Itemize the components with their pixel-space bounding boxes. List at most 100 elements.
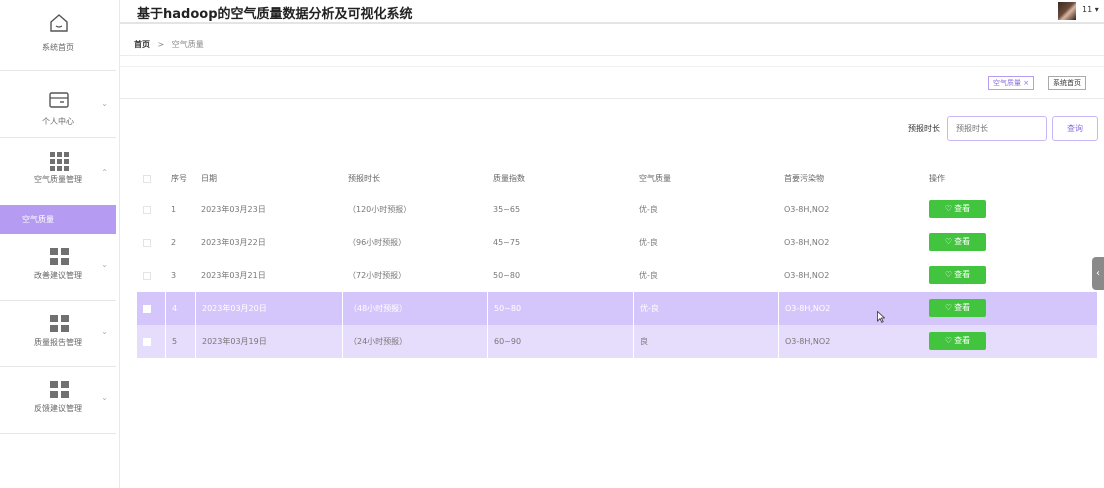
cell-quality: 良 (633, 325, 648, 358)
grid-icon (50, 381, 69, 398)
sidebar-item-report-mgmt[interactable]: ⌄ 质量报告管理 (0, 301, 116, 367)
row-checkbox[interactable] (143, 239, 151, 247)
sidebar-item-air-quality-mgmt[interactable]: ⌃ 空气质量管理 (0, 138, 116, 205)
sidebar-item-label: 质量报告管理 (34, 338, 82, 347)
breadcrumb-separator: > (157, 40, 165, 49)
heart-icon: ♡ (944, 237, 953, 246)
chevron-down-icon: ⌄ (101, 260, 108, 269)
cell-quality: 优-良 (639, 238, 658, 247)
app-root: 系统首页 ⌄ 个人中心 ⌃ 空气质量管理 空气质量 ⌄ 改善建议管理 ⌄ 质量报… (0, 0, 1104, 488)
row-checkbox[interactable] (143, 272, 151, 280)
view-button-label: 查看 (954, 204, 971, 213)
cell-duration: （48小时预报） (342, 292, 407, 325)
chevron-down-icon: ⌄ (101, 99, 108, 108)
tags-bar: 空气质量 × 系统首页 (120, 66, 1104, 99)
row-checkbox[interactable] (143, 305, 151, 313)
top-header: 基于hadoop的空气质量数据分析及可视化系统 11 ▾ (120, 0, 1104, 24)
view-button-label: 查看 (954, 336, 971, 345)
user-menu[interactable]: 11 ▾ (1082, 5, 1099, 14)
chevron-down-icon: ⌄ (101, 393, 108, 402)
app-title: 基于hadoop的空气质量数据分析及可视化系统 (137, 7, 413, 22)
avatar[interactable] (1058, 2, 1076, 20)
query-button[interactable]: 查询 (1052, 116, 1098, 141)
view-button[interactable]: ♡ 查看 (929, 266, 986, 284)
cell-no: 2 (171, 238, 177, 247)
heart-icon: ♡ (944, 204, 953, 213)
header-pollutant: 首要污染物 (784, 174, 824, 183)
view-button[interactable]: ♡ 查看 (929, 332, 986, 350)
header-quality: 空气质量 (639, 174, 671, 183)
cell-pollutant: O3-8H,NO2 (784, 205, 830, 214)
table-header: 序号 日期 预报时长 质量指数 空气质量 首要污染物 操作 (137, 162, 1097, 195)
cell-no: 4 (165, 292, 177, 325)
cell-index: 45~75 (493, 238, 521, 247)
cell-quality: 优-良 (633, 292, 659, 325)
view-button[interactable]: ♡ 查看 (929, 299, 986, 317)
heart-icon: ♡ (944, 336, 953, 345)
tag-home[interactable]: 系统首页 (1048, 76, 1086, 90)
breadcrumb-home[interactable]: 首页 (134, 40, 150, 49)
table-row[interactable]: 4 2023年03月20日 （48小时预报） 50~80 优-良 O3-8H,N… (137, 292, 1097, 325)
search-label: 预报时长 (908, 124, 940, 133)
cell-quality: 优-良 (639, 205, 658, 214)
header-index: 质量指数 (493, 174, 525, 183)
view-button[interactable]: ♡ 查看 (929, 233, 986, 251)
sidebar-item-feedback-mgmt[interactable]: ⌄ 反馈建议管理 (0, 367, 116, 434)
header-date: 日期 (201, 174, 217, 183)
grid-icon (50, 248, 69, 265)
table-row[interactable]: 3 2023年03月21日 （72小时预报） 50~80 优-良 O3-8H,N… (137, 259, 1097, 292)
view-button-label: 查看 (954, 237, 971, 246)
heart-icon: ♡ (944, 303, 953, 312)
cell-no: 5 (165, 325, 177, 358)
cell-index: 50~80 (493, 271, 521, 280)
cell-no: 3 (171, 271, 177, 280)
tag-air-quality[interactable]: 空气质量 × (988, 76, 1035, 90)
breadcrumb: 首页 > 空气质量 (120, 33, 1104, 56)
cell-date: 2023年03月23日 (201, 205, 266, 214)
breadcrumb-current: 空气质量 (171, 40, 204, 49)
forecast-duration-input[interactable] (947, 116, 1047, 141)
cell-pollutant: O3-8H,NO2 (778, 325, 830, 358)
table-row[interactable]: 1 2023年03月23日 （120小时预报） 35~65 优-良 O3-8H,… (137, 193, 1097, 226)
header-duration: 预报时长 (348, 174, 380, 183)
cell-pollutant: O3-8H,NO2 (784, 271, 830, 280)
cell-quality: 优-良 (639, 271, 658, 280)
header-actions: 操作 (929, 174, 945, 183)
grid-icon (50, 315, 69, 332)
cell-duration: （120小时预报） (348, 205, 412, 214)
cell-index: 35~65 (493, 205, 521, 214)
table-row[interactable]: 5 2023年03月19日 （24小时预报） 60~90 良 O3-8H,NO2… (137, 325, 1097, 358)
grid-icon (50, 152, 69, 171)
cell-index: 50~80 (487, 292, 521, 325)
home-icon (50, 14, 68, 32)
cell-no: 1 (171, 205, 177, 214)
cell-pollutant: O3-8H,NO2 (778, 292, 830, 325)
sidebar-item-improvement-mgmt[interactable]: ⌄ 改善建议管理 (0, 234, 116, 301)
view-button[interactable]: ♡ 查看 (929, 200, 986, 218)
sidebar-item-home[interactable]: 系统首页 (0, 0, 116, 71)
cell-date: 2023年03月19日 (195, 325, 267, 358)
table-row[interactable]: 2 2023年03月22日 （96小时预报） 45~75 优-良 O3-8H,N… (137, 226, 1097, 259)
cell-duration: （24小时预报） (342, 325, 407, 358)
cell-duration: （96小时预报） (348, 238, 407, 247)
sidebar: 系统首页 ⌄ 个人中心 ⌃ 空气质量管理 空气质量 ⌄ 改善建议管理 ⌄ 质量报… (0, 0, 120, 488)
cell-duration: （72小时预报） (348, 271, 407, 280)
sidebar-subitem-air-quality[interactable]: 空气质量 (0, 205, 116, 234)
cell-date: 2023年03月20日 (195, 292, 267, 325)
collapse-tab-chevron-left-icon[interactable]: ‹ (1092, 257, 1104, 290)
select-all-checkbox[interactable] (143, 175, 151, 183)
cell-date: 2023年03月21日 (201, 271, 266, 280)
mouse-cursor-icon (877, 311, 885, 323)
sidebar-item-label: 反馈建议管理 (34, 404, 82, 413)
sidebar-item-label: 个人中心 (42, 117, 74, 126)
wallet-icon (49, 92, 69, 108)
heart-icon: ♡ (944, 270, 953, 279)
sidebar-item-profile[interactable]: ⌄ 个人中心 (0, 71, 116, 138)
cell-pollutant: O3-8H,NO2 (784, 238, 830, 247)
row-checkbox[interactable] (143, 338, 151, 346)
chevron-down-icon: ⌄ (101, 327, 108, 336)
header-no: 序号 (171, 174, 187, 183)
view-button-label: 查看 (954, 270, 971, 279)
row-checkbox[interactable] (143, 206, 151, 214)
view-button-label: 查看 (954, 303, 971, 312)
